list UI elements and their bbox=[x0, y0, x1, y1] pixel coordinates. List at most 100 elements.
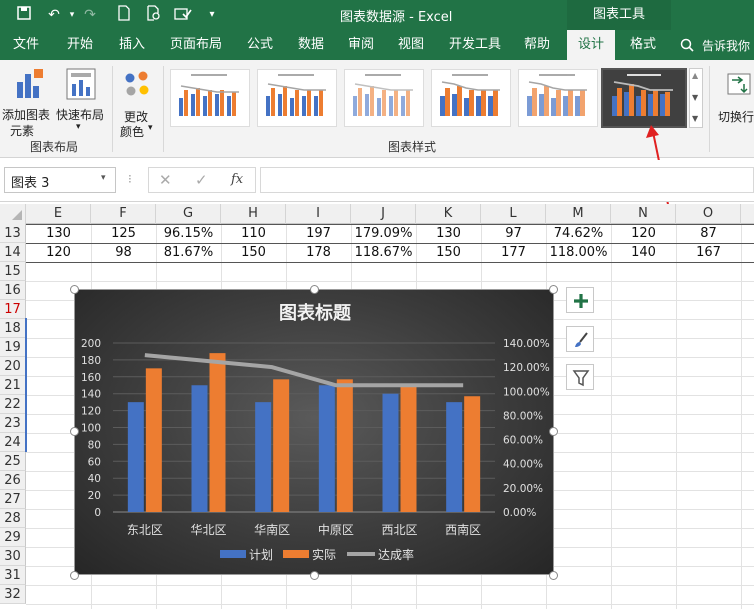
tab-design[interactable]: 设计 bbox=[567, 30, 615, 60]
cell[interactable]: 120 bbox=[26, 243, 91, 262]
print-preview-icon[interactable] bbox=[144, 5, 164, 25]
column-header-partial[interactable] bbox=[741, 204, 754, 224]
tab-view[interactable]: 视图 bbox=[388, 30, 434, 60]
quick-layout-button[interactable]: 快速布局 ▾ bbox=[56, 66, 106, 138]
chart-elements-button[interactable] bbox=[566, 287, 594, 313]
resize-handle[interactable] bbox=[310, 571, 319, 580]
tab-home[interactable]: 开始 bbox=[56, 30, 104, 60]
chart-filters-button[interactable] bbox=[566, 364, 594, 390]
touch-mode-icon[interactable] bbox=[173, 5, 193, 25]
chart-style-thumb-6-selected[interactable] bbox=[601, 68, 687, 128]
cell[interactable]: 178 bbox=[286, 243, 351, 262]
select-all-corner[interactable] bbox=[0, 204, 26, 224]
column-header-k[interactable]: K bbox=[416, 204, 481, 224]
cell[interactable]: 110 bbox=[221, 224, 286, 243]
resize-handle[interactable] bbox=[549, 427, 558, 436]
column-header-o[interactable]: O bbox=[676, 204, 741, 224]
cell[interactable]: 167 bbox=[676, 243, 741, 262]
redo-icon[interactable]: ↷ bbox=[80, 5, 100, 25]
row-header-14[interactable]: 14 bbox=[0, 243, 26, 262]
chart-styles-button[interactable] bbox=[566, 326, 594, 352]
switch-row-column-button[interactable]: 切换行 bbox=[714, 66, 754, 138]
gallery-expand-icon[interactable]: ▼ bbox=[692, 114, 698, 123]
tab-review[interactable]: 审阅 bbox=[338, 30, 384, 60]
add-chart-element-button[interactable]: 添加图表 元素 bbox=[2, 66, 52, 138]
cell[interactable]: 197 bbox=[286, 224, 351, 243]
column-header-m[interactable]: M bbox=[546, 204, 611, 224]
tell-me-box[interactable]: 告诉我你 bbox=[702, 37, 750, 54]
row-header[interactable]: 15 bbox=[0, 262, 26, 281]
styles-gallery-scroll[interactable]: ▲ ▼ ▼ bbox=[689, 68, 703, 128]
row-header[interactable]: 27 bbox=[0, 490, 26, 509]
new-file-icon[interactable] bbox=[114, 5, 134, 25]
resize-handle[interactable] bbox=[70, 427, 79, 436]
search-icon[interactable] bbox=[680, 38, 694, 52]
change-colors-button[interactable]: 更改 颜色 ▾ bbox=[116, 66, 160, 139]
row-header[interactable]: 19 bbox=[0, 338, 26, 357]
row-header[interactable]: 20 bbox=[0, 357, 26, 376]
tab-help[interactable]: 帮助 bbox=[514, 30, 560, 60]
row-header[interactable]: 29 bbox=[0, 528, 26, 547]
cell[interactable]: 179.09% bbox=[351, 224, 416, 243]
row-header[interactable]: 25 bbox=[0, 452, 26, 471]
row-header[interactable]: 32 bbox=[0, 585, 26, 604]
tab-formulas[interactable]: 公式 bbox=[236, 30, 284, 60]
cell[interactable]: 96.15% bbox=[156, 224, 221, 243]
chevron-down-icon[interactable]: ▼ bbox=[692, 93, 698, 102]
cell[interactable]: 97 bbox=[481, 224, 546, 243]
row-header[interactable]: 31 bbox=[0, 566, 26, 585]
row-header[interactable]: 24 bbox=[0, 433, 26, 452]
chevron-up-icon[interactable]: ▲ bbox=[692, 71, 698, 80]
resize-handle[interactable] bbox=[549, 285, 558, 294]
cell[interactable]: 120 bbox=[611, 224, 676, 243]
column-header-l[interactable]: L bbox=[481, 204, 546, 224]
cell[interactable]: 140 bbox=[611, 243, 676, 262]
cell[interactable]: 81.67% bbox=[156, 243, 221, 262]
chart-style-thumb-2[interactable] bbox=[257, 69, 337, 127]
tab-format[interactable]: 格式 bbox=[620, 30, 666, 60]
row-header[interactable]: 18 bbox=[0, 319, 26, 338]
tab-page-layout[interactable]: 页面布局 bbox=[162, 30, 230, 60]
row-header[interactable]: 30 bbox=[0, 547, 26, 566]
formula-input[interactable] bbox=[260, 167, 754, 193]
cell[interactable]: 118.00% bbox=[546, 243, 611, 262]
column-header-e[interactable]: E bbox=[26, 204, 91, 224]
cell[interactable]: 130 bbox=[26, 224, 91, 243]
cell[interactable]: 118.67% bbox=[351, 243, 416, 262]
undo-dropdown-icon[interactable]: ▾ bbox=[62, 5, 82, 25]
row-header[interactable]: 21 bbox=[0, 376, 26, 395]
chart-style-thumb-4[interactable] bbox=[431, 69, 511, 127]
row-header[interactable]: 28 bbox=[0, 509, 26, 528]
name-box[interactable]: 图表 3 ▾ bbox=[4, 167, 116, 193]
column-header-f[interactable]: F bbox=[91, 204, 156, 224]
column-header-n[interactable]: N bbox=[611, 204, 676, 224]
save-icon[interactable] bbox=[14, 5, 34, 25]
customize-toolbar-icon[interactable]: ▾ bbox=[202, 5, 222, 25]
cell[interactable]: 74.62% bbox=[546, 224, 611, 243]
resize-handle[interactable] bbox=[549, 571, 558, 580]
cell[interactable]: 130 bbox=[416, 224, 481, 243]
row-header[interactable]: 17 bbox=[0, 300, 26, 319]
cell[interactable]: 177 bbox=[481, 243, 546, 262]
cell[interactable]: 125 bbox=[91, 224, 156, 243]
column-header-h[interactable]: H bbox=[221, 204, 286, 224]
chart-style-thumb-1[interactable] bbox=[170, 69, 250, 127]
chevron-down-icon[interactable]: ▾ bbox=[101, 173, 106, 183]
cell[interactable]: 98 bbox=[91, 243, 156, 262]
column-header-j[interactable]: J bbox=[351, 204, 416, 224]
cancel-icon[interactable]: ✕ bbox=[159, 171, 172, 189]
cell[interactable]: 150 bbox=[221, 243, 286, 262]
resize-handle[interactable] bbox=[70, 571, 79, 580]
row-header[interactable]: 23 bbox=[0, 414, 26, 433]
row-header[interactable]: 22 bbox=[0, 395, 26, 414]
resize-handle[interactable] bbox=[310, 285, 319, 294]
cell[interactable]: 150 bbox=[416, 243, 481, 262]
undo-icon[interactable]: ↶ bbox=[44, 5, 64, 25]
cell[interactable]: 87 bbox=[676, 224, 741, 243]
resize-handle[interactable] bbox=[70, 285, 79, 294]
row-header-13[interactable]: 13 bbox=[0, 224, 26, 243]
chart-object[interactable]: 图表标题 200 180 160 140 120 100 80 60 40 20 0 140.00% 12… bbox=[74, 289, 554, 575]
column-header-g[interactable]: G bbox=[156, 204, 221, 224]
tab-developer[interactable]: 开发工具 bbox=[440, 30, 510, 60]
enter-icon[interactable]: ✓ bbox=[195, 171, 208, 189]
